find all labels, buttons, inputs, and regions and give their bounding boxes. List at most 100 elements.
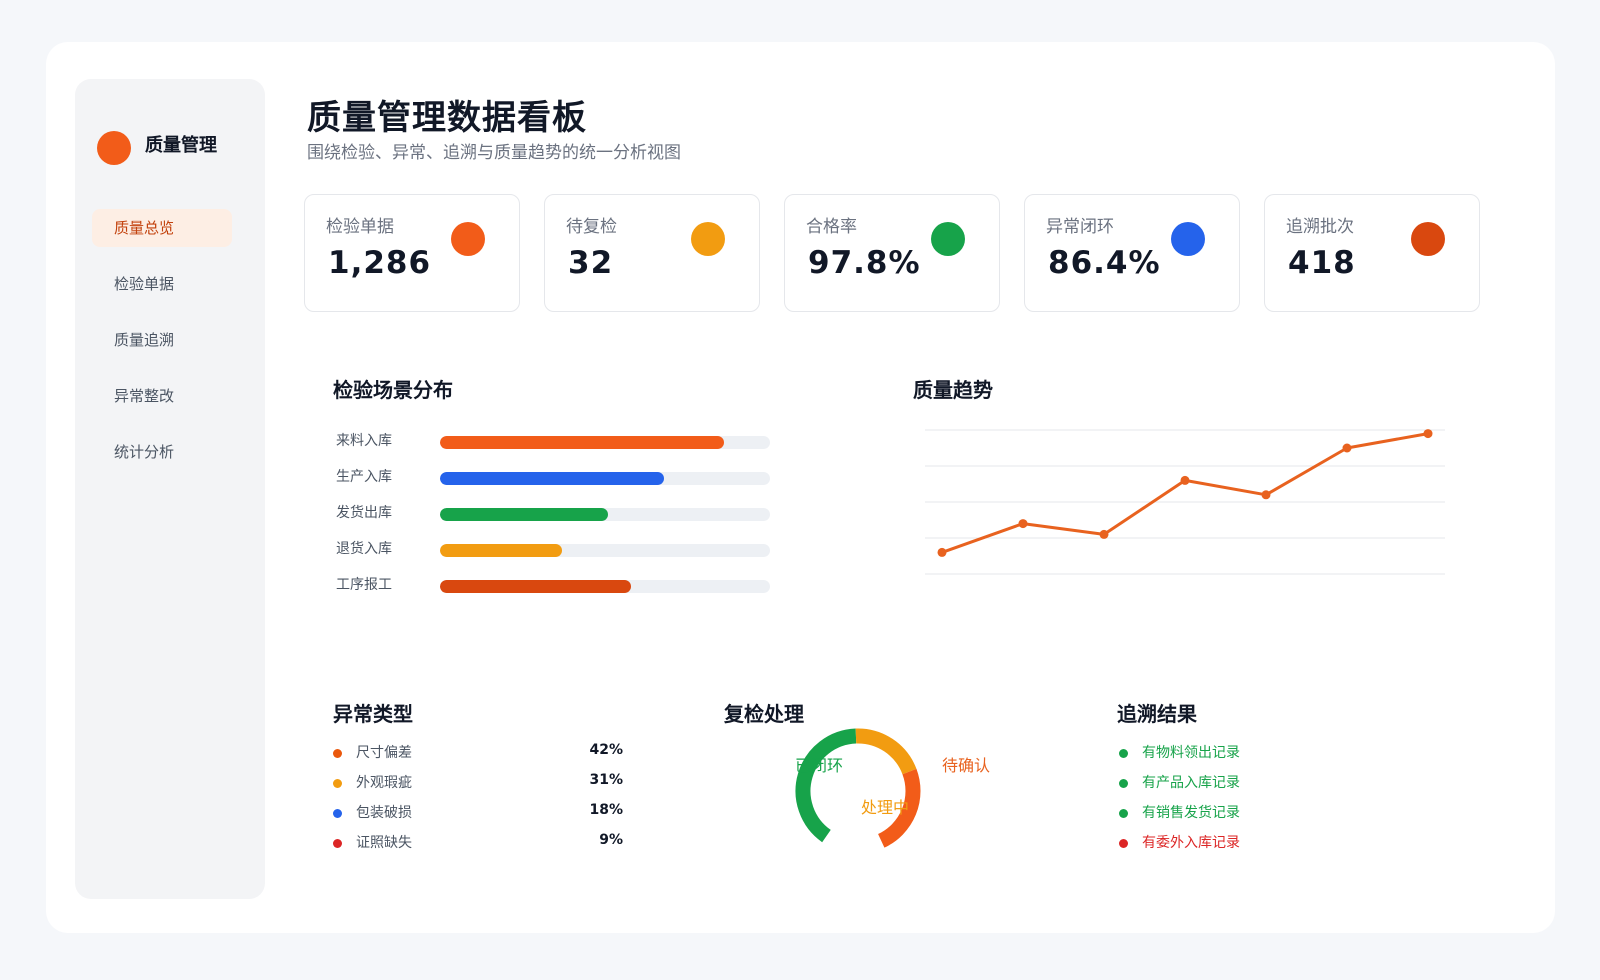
bar-row: 工序报工: [336, 572, 776, 608]
kpi-dot-icon: [931, 222, 965, 256]
trace-results-title: 追溯结果: [1117, 702, 1197, 726]
kpi-card-pending-recheck[interactable]: 待复检 32: [544, 194, 760, 312]
recheck-donut-chart: [795, 728, 921, 848]
kpi-label: 追溯批次: [1286, 217, 1354, 237]
kpi-value: 97.8%: [808, 245, 921, 281]
bar: [440, 580, 632, 593]
bar: [440, 508, 609, 521]
trace-result-label: 有产品入库记录: [1142, 775, 1240, 791]
kpi-label: 检验单据: [326, 217, 394, 237]
list-item: 有销售发货记录: [1119, 802, 1339, 832]
bar-category-label: 来料入库: [336, 433, 392, 449]
anomaly-value: 9%: [599, 832, 623, 848]
brand: 质量管理: [97, 131, 217, 165]
list-item: 有物料领出记录: [1119, 742, 1339, 772]
anomaly-label: 包装破损: [356, 805, 412, 821]
brand-title: 质量管理: [145, 135, 217, 156]
anomaly-value: 42%: [589, 742, 623, 758]
anomaly-label: 证照缺失: [356, 835, 412, 851]
kpi-card-inspection[interactable]: 检验单据 1,286: [304, 194, 520, 312]
status-dot-icon: [1119, 749, 1128, 758]
bar-track: [440, 472, 770, 485]
kpi-label: 合格率: [806, 217, 857, 237]
scene-distribution-title: 检验场景分布: [333, 378, 453, 402]
bar-category-label: 发货出库: [336, 505, 392, 521]
bar-track: [440, 544, 770, 557]
quality-trend-chart: [925, 429, 1445, 575]
kpi-value: 418: [1288, 245, 1356, 281]
kpi-label: 待复检: [566, 217, 617, 237]
trace-result-label: 有销售发货记录: [1142, 805, 1240, 821]
anomaly-types-list: 尺寸偏差 42% 外观瑕疵 31% 包装破损 18% 证照缺失 9%: [333, 742, 623, 862]
brand-logo-icon: [97, 131, 131, 165]
kpi-card-trace-batches[interactable]: 追溯批次 418: [1264, 194, 1480, 312]
status-dot-icon: [1119, 779, 1128, 788]
bullet-icon: [333, 839, 342, 848]
page-subtitle: 围绕检验、异常、追溯与质量趋势的统一分析视图: [307, 143, 681, 163]
kpi-value: 1,286: [328, 245, 432, 281]
data-point: [1018, 519, 1028, 529]
status-dot-icon: [1119, 839, 1128, 848]
recheck-title: 复检处理: [724, 702, 804, 726]
kpi-dot-icon: [1171, 222, 1205, 256]
trace-results-list: 有物料领出记录 有产品入库记录 有销售发货记录 有委外入库记录: [1119, 742, 1339, 862]
sidebar-item-overview[interactable]: 质量总览: [92, 209, 232, 247]
trace-result-label: 有委外入库记录: [1142, 835, 1240, 851]
sidebar: 质量管理 质量总览 检验单据 质量追溯 异常整改 统计分析: [75, 79, 265, 899]
bar-row: 退货入库: [336, 536, 776, 572]
bullet-icon: [333, 779, 342, 788]
donut-label-closed: 已闭环: [795, 756, 844, 775]
anomaly-label: 外观瑕疵: [356, 775, 412, 791]
anomaly-types-title: 异常类型: [333, 702, 413, 726]
bullet-icon: [333, 809, 342, 818]
bar-track: [440, 436, 770, 449]
list-item: 外观瑕疵 31%: [333, 772, 623, 802]
bar-category-label: 生产入库: [336, 469, 392, 485]
page-title: 质量管理数据看板: [307, 98, 587, 138]
status-dot-icon: [1119, 809, 1128, 818]
data-point: [1099, 529, 1109, 539]
scene-distribution-chart: 来料入库生产入库发货出库退货入库工序报工: [336, 428, 776, 608]
bullet-icon: [333, 749, 342, 758]
list-item: 包装破损 18%: [333, 802, 623, 832]
data-point: [1261, 490, 1271, 500]
list-item: 有产品入库记录: [1119, 772, 1339, 802]
anomaly-value: 31%: [589, 772, 623, 788]
bar-category-label: 退货入库: [336, 541, 392, 557]
anomaly-value: 18%: [589, 802, 623, 818]
data-point: [1342, 443, 1352, 453]
bar: [440, 436, 724, 449]
list-item: 尺寸偏差 42%: [333, 742, 623, 772]
sidebar-item-inspection-docs[interactable]: 检验单据: [92, 265, 232, 303]
kpi-dot-icon: [451, 222, 485, 256]
kpi-dot-icon: [1411, 222, 1445, 256]
data-point: [937, 547, 947, 557]
bar-row: 来料入库: [336, 428, 776, 464]
sidebar-item-traceability[interactable]: 质量追溯: [92, 321, 232, 359]
anomaly-label: 尺寸偏差: [356, 745, 412, 761]
list-item: 证照缺失 9%: [333, 832, 623, 862]
bar: [440, 472, 665, 485]
kpi-row: 检验单据 1,286 待复检 32 合格率 97.8% 异常闭环 86.4% 追…: [304, 194, 1504, 312]
trace-result-label: 有物料领出记录: [1142, 745, 1240, 761]
sidebar-item-rectification[interactable]: 异常整改: [92, 377, 232, 415]
bar-row: 生产入库: [336, 464, 776, 500]
data-point: [1423, 429, 1433, 439]
donut-label-processing: 处理中: [861, 798, 910, 817]
kpi-value: 32: [568, 245, 614, 281]
kpi-dot-icon: [691, 222, 725, 256]
kpi-card-pass-rate[interactable]: 合格率 97.8%: [784, 194, 1000, 312]
bar-category-label: 工序报工: [336, 577, 392, 593]
trend-line: [941, 432, 1429, 554]
sidebar-nav: 质量总览 检验单据 质量追溯 异常整改 统计分析: [92, 209, 232, 489]
bar-track: [440, 508, 770, 521]
kpi-card-anomaly-closed[interactable]: 异常闭环 86.4%: [1024, 194, 1240, 312]
sidebar-item-statistics[interactable]: 统计分析: [92, 433, 232, 471]
donut-slice: [855, 728, 917, 775]
donut-label-pending: 待确认: [942, 756, 991, 775]
bar-track: [440, 580, 770, 593]
data-point: [1180, 475, 1190, 485]
kpi-label: 异常闭环: [1046, 217, 1114, 237]
kpi-value: 86.4%: [1048, 245, 1161, 281]
bar: [440, 544, 563, 557]
